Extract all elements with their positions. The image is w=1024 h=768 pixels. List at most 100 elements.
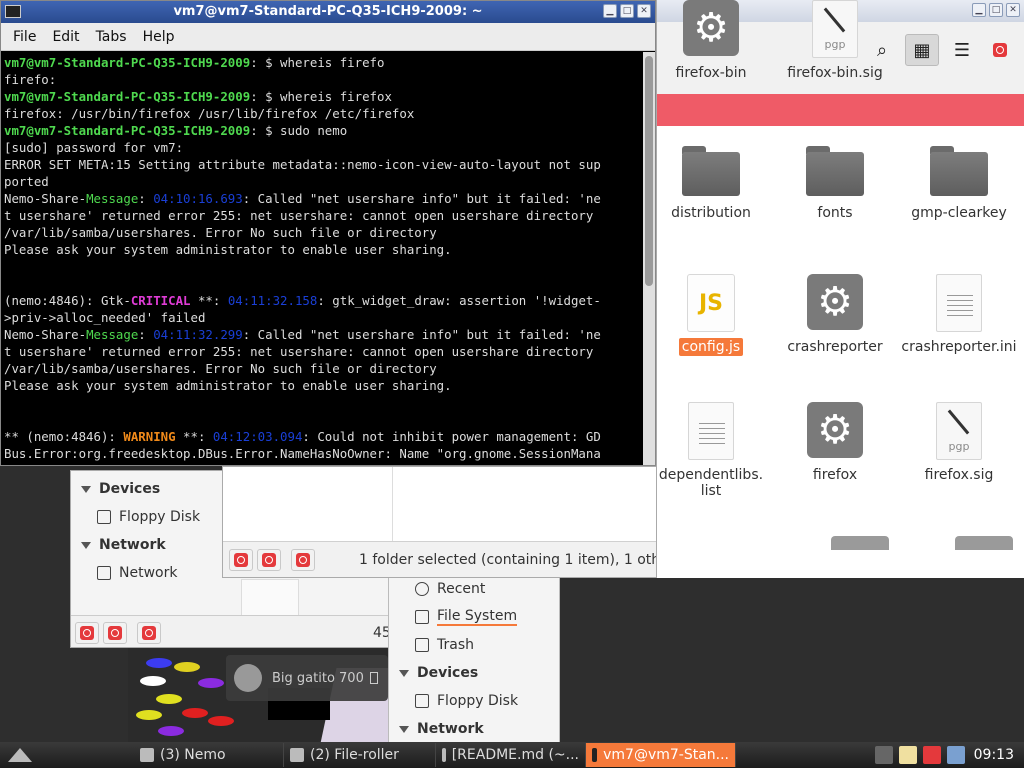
- menu-help[interactable]: Help: [135, 29, 183, 45]
- sidebar: Devices Floppy Disk Network Network: [71, 475, 223, 587]
- sidebar-item-network[interactable]: Network: [71, 559, 223, 587]
- update-icon[interactable]: [922, 746, 941, 764]
- app-icon: [993, 43, 1007, 57]
- folder-icon: [930, 146, 988, 196]
- drive-icon: [415, 610, 429, 624]
- file-item[interactable]: fonts: [773, 146, 897, 222]
- minimize-button[interactable]: ▁: [603, 4, 617, 18]
- clipboard-icon[interactable]: [898, 746, 917, 764]
- toolbar-red-button-2[interactable]: [983, 34, 1017, 66]
- minimize-button[interactable]: ▁: [972, 3, 986, 17]
- task-readme[interactable]: [README.md (~...: [436, 743, 586, 767]
- file-name: firefox-bin.sig: [787, 65, 883, 81]
- file-name: config.js: [678, 338, 744, 356]
- sidebar-icon: [296, 552, 310, 567]
- text-file-icon: [936, 274, 982, 332]
- terminal-output[interactable]: vm7@vm7-Standard-PC-Q35-ICH9-2009: $ whe…: [1, 52, 645, 465]
- places-toggle-button[interactable]: [75, 621, 99, 644]
- terminal-line: /var/lib/samba/usershares. Error No such…: [4, 225, 437, 240]
- terminal-line: t usershare' returned error 255: net use…: [4, 208, 594, 223]
- gear-icon: ⚙: [807, 274, 863, 330]
- list-view-button[interactable]: ☰: [945, 34, 979, 66]
- terminal-line: firefo:: [4, 72, 57, 87]
- sidebar-hide-button[interactable]: [291, 548, 315, 571]
- file-item[interactable]: JS config.js: [657, 274, 773, 356]
- scrollbar-thumb[interactable]: [645, 56, 653, 286]
- sidebar-network-heading[interactable]: Network: [71, 531, 223, 559]
- close-button[interactable]: ✕: [637, 4, 651, 18]
- text-file-icon: [688, 402, 734, 460]
- collapse-triangle-icon: [81, 485, 91, 493]
- sidebar-devices-heading[interactable]: Devices: [71, 475, 223, 503]
- sidebar-item-recent[interactable]: Recent: [389, 575, 559, 603]
- menu-edit[interactable]: Edit: [44, 29, 87, 45]
- sidebar-item-floppy[interactable]: Floppy Disk: [389, 687, 559, 715]
- terminal-line: [sudo] password for vm7:: [4, 140, 184, 155]
- terminal-line: Nemo-Share-Message: 04:10:16.693: Called…: [4, 191, 601, 206]
- places-toggle-button[interactable]: [229, 548, 253, 571]
- tree-toggle-button[interactable]: [257, 548, 281, 571]
- terminal-scrollbar[interactable]: [643, 52, 655, 465]
- terminal-titlebar: vm7@vm7-Standard-PC-Q35-ICH9-2009: ~ ▁ □…: [1, 1, 655, 23]
- archive-icon: [290, 748, 304, 762]
- file-item[interactable]: distribution: [657, 146, 773, 222]
- file-name: firefox-bin: [675, 65, 747, 81]
- file-item[interactable]: crashreporter.ini: [897, 274, 1021, 356]
- sidebar-network-heading[interactable]: Network: [389, 715, 559, 743]
- file-item[interactable]: ⚙ firefox-bin: [657, 0, 773, 82]
- file-icon-partial: [955, 536, 1013, 550]
- terminal-title: vm7@vm7-Standard-PC-Q35-ICH9-2009: ~: [173, 4, 483, 19]
- file-name: distribution: [671, 205, 751, 221]
- terminal-line: vm7@vm7-Standard-PC-Q35-ICH9-2009: $ whe…: [4, 55, 385, 70]
- tree-icon: [262, 552, 276, 567]
- list-icon: ☰: [953, 39, 971, 61]
- menu-tabs[interactable]: Tabs: [88, 29, 135, 45]
- file-item[interactable]: ⚙ firefox: [773, 402, 897, 484]
- clock[interactable]: 09:13: [974, 747, 1014, 763]
- terminal-line: /var/lib/samba/usershares. Error No such…: [4, 361, 437, 376]
- close-button[interactable]: ✕: [1006, 3, 1020, 17]
- tree-toggle-button[interactable]: [103, 621, 127, 644]
- volume-icon[interactable]: [874, 746, 893, 764]
- task-file-roller[interactable]: (2) File-roller: [284, 743, 436, 767]
- collapse-triangle-icon: [399, 669, 409, 677]
- start-menu-button[interactable]: [0, 742, 134, 768]
- maximize-button[interactable]: □: [989, 3, 1003, 17]
- trash-icon: [415, 638, 429, 652]
- floppy-icon: [97, 510, 111, 524]
- gear-icon: ⚙: [807, 402, 863, 458]
- tree-icon: [108, 625, 122, 640]
- network-icon: [97, 566, 111, 580]
- maximize-button[interactable]: □: [620, 4, 634, 18]
- sidebar-item-filesystem[interactable]: File System: [389, 603, 559, 631]
- terminal-line: ERROR SET META:15 Setting attribute meta…: [4, 157, 601, 172]
- file-item[interactable]: pgp firefox.sig: [897, 402, 1021, 484]
- file-icon-partial: [241, 579, 299, 619]
- file-item[interactable]: gmp-clearkey: [897, 146, 1021, 222]
- menu-file[interactable]: File: [5, 29, 44, 45]
- app-menu-icon: [8, 748, 32, 762]
- sidebar-item-trash[interactable]: Trash: [389, 631, 559, 659]
- sidebar-hide-button[interactable]: [137, 621, 161, 644]
- terminal-menubar: File Edit Tabs Help: [1, 23, 655, 51]
- terminal-icon: [592, 748, 598, 762]
- location-bar[interactable]: [657, 94, 1024, 126]
- terminal-line: vm7@vm7-Standard-PC-Q35-ICH9-2009: $ sud…: [4, 123, 348, 138]
- file-item[interactable]: ⚙ crashreporter: [773, 274, 897, 356]
- collapse-triangle-icon: [81, 541, 91, 549]
- file-item[interactable]: dependentlibs. list: [657, 402, 773, 500]
- file-item[interactable]: pgp firefox-bin.sig: [773, 0, 897, 82]
- task-nemo[interactable]: (3) Nemo: [134, 743, 284, 767]
- sidebar-item-floppy[interactable]: Floppy Disk: [71, 503, 223, 531]
- places-icon: [234, 552, 248, 567]
- taskbar: (3) Nemo (2) File-roller [README.md (~..…: [0, 742, 1024, 768]
- avatar-icon: [234, 664, 262, 692]
- file-name: firefox.sig: [924, 467, 994, 483]
- icon-view-button[interactable]: ▦: [905, 34, 939, 66]
- network-icon[interactable]: [946, 746, 965, 764]
- notification-popup[interactable]: Big gatito 700: [226, 655, 388, 701]
- sidebar-devices-heading[interactable]: Devices: [389, 659, 559, 687]
- task-terminal[interactable]: vm7@vm7-Stan...: [586, 743, 736, 767]
